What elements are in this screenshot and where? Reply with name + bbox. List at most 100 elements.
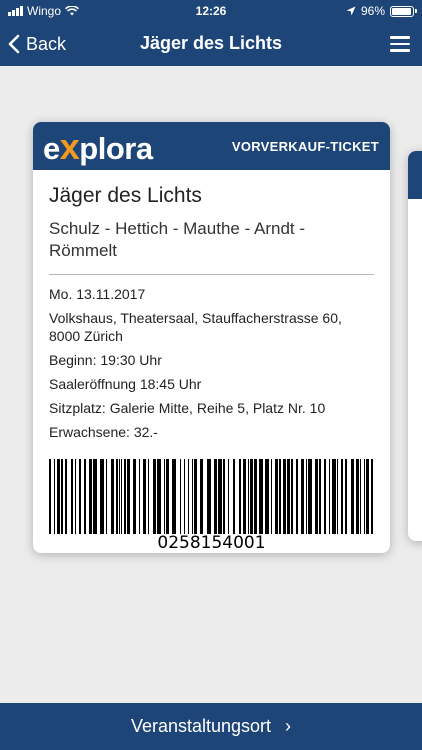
barcode-bar [265, 459, 269, 534]
barcode-bar [207, 459, 211, 534]
barcode-bar [360, 459, 361, 534]
barcode-bar [223, 459, 225, 534]
barcode-bar [248, 459, 249, 534]
barcode-bar [65, 459, 67, 534]
barcode-bar [345, 459, 347, 534]
barcode-bar [296, 459, 298, 534]
barcode-bar [116, 459, 118, 534]
barcode-bar [254, 459, 257, 534]
barcode-bar [148, 459, 149, 534]
logo-suffix: plora [79, 131, 153, 166]
venue-button-label: Veranstaltungsort [130, 716, 272, 736]
barcode-bar [153, 459, 156, 534]
navigation-bar: Back Jäger des Lichts [0, 22, 422, 66]
barcode-bar [124, 459, 126, 534]
barcode-bar [79, 459, 81, 534]
barcode-bar [127, 459, 130, 534]
barcode-bar [319, 459, 321, 534]
barcode-bar [306, 459, 307, 534]
barcode-bar [250, 459, 253, 534]
barcode-number: 0258154001 [157, 533, 266, 553]
ticket-type: VORVERKAUF-TICKET [231, 139, 379, 154]
barcode-bar [291, 459, 293, 534]
chevron-left-icon [8, 34, 20, 54]
barcode-bar [308, 459, 312, 534]
back-button[interactable]: Back [8, 30, 66, 58]
barcode-bar [356, 459, 359, 534]
divider [49, 274, 374, 275]
barcode-bar [106, 459, 107, 534]
barcode-bar [139, 459, 140, 534]
barcode-bar [243, 459, 246, 534]
barcode-bar [301, 459, 304, 534]
barcode-bar [192, 459, 193, 534]
barcode-bar [157, 459, 161, 534]
barcode-bar [49, 459, 51, 534]
barcode-bar [341, 459, 343, 534]
barcode-bar [194, 459, 197, 534]
status-bar: Wingo 12:26 96% [0, 0, 422, 22]
next-ticket-card-peek[interactable] [408, 151, 422, 541]
barcode-bar [71, 459, 73, 534]
battery-icon [390, 5, 417, 17]
barcode-bar [329, 459, 330, 534]
barcode-bar [93, 459, 97, 534]
battery-percent: 96% [360, 4, 385, 18]
barcode-bar [133, 459, 136, 534]
barcode-bar [364, 459, 365, 534]
logo-x: x [59, 126, 80, 167]
doors-open-time: Saaleröffnung 18:45 Uhr [49, 376, 202, 392]
event-start-time: Beginn: 19:30 Uhr [49, 352, 162, 368]
logo-prefix: e [43, 131, 60, 166]
barcode-bar [239, 459, 241, 534]
barcode-bar [61, 459, 63, 534]
barcode-bar [337, 459, 338, 534]
barcode-bar [275, 459, 278, 534]
event-date: Mo. 13.11.2017 [49, 286, 146, 302]
ticket-body: Jäger des Lichts Schulz - Hettich - Maut… [33, 170, 390, 441]
ticket-card: explora VORVERKAUF-TICKET Jäger des Lich… [33, 122, 390, 553]
barcode-bar [166, 459, 169, 534]
back-label: Back [26, 33, 67, 54]
barcode-bar [218, 459, 222, 534]
barcode-bar [200, 459, 203, 534]
barcode-bar [287, 459, 290, 534]
barcode-bar [143, 459, 146, 534]
seat-info: Sitzplatz: Galerie Mitte, Reihe 5, Platz… [49, 400, 326, 416]
battery-fill [392, 7, 411, 15]
barcode-bar [54, 459, 55, 534]
barcode-bar [164, 459, 165, 534]
barcode-bar [351, 459, 354, 534]
barcode-bar [214, 459, 217, 534]
barcode-bar [89, 459, 92, 534]
barcode-bar [366, 459, 369, 534]
event-artists: Schulz - Hettich - Mauthe - Arndt - Römm… [49, 219, 306, 260]
price-info: Erwachsene: 32.- [49, 424, 158, 440]
barcode-bar [371, 459, 373, 534]
barcode-bar [271, 459, 272, 534]
barcode-bar [84, 459, 86, 534]
barcode-bar [184, 459, 185, 534]
barcode-bar [57, 459, 60, 534]
barcode-bar [75, 459, 76, 534]
barcode-bar [259, 459, 263, 534]
next-ticket-header [408, 151, 422, 199]
barcode-bar [228, 459, 229, 534]
barcode [49, 459, 373, 534]
barcode-bar [324, 459, 326, 534]
barcode-bar [233, 459, 235, 534]
hamburger-menu-icon[interactable] [388, 32, 412, 56]
barcode-bar [283, 459, 286, 534]
event-venue: Volkshaus, Theatersaal, Stauffacherstras… [49, 310, 342, 344]
barcode-bar [119, 459, 120, 534]
venue-button[interactable]: Veranstaltungsort › [0, 703, 422, 750]
status-right: 96% [346, 4, 417, 18]
barcode-bar [180, 459, 181, 534]
barcode-bar [121, 459, 122, 534]
barcode-bar [279, 459, 281, 534]
top-bar: Wingo 12:26 96% Back Jäger des Lichts [0, 0, 422, 66]
barcode-bar [188, 459, 189, 534]
barcode-bar [172, 459, 176, 534]
barcode-bar [315, 459, 318, 534]
ticket-header: explora VORVERKAUF-TICKET [33, 122, 390, 170]
